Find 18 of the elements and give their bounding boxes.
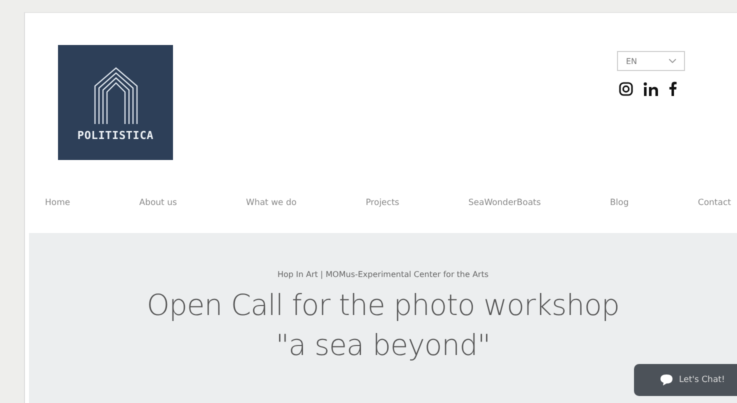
breadcrumb: Hop In Art | MOMus-Experimental Center for the Arts bbox=[277, 270, 489, 279]
nav-link[interactable]: SeaWonderBoats bbox=[468, 198, 541, 208]
language-select[interactable]: EN bbox=[617, 51, 685, 71]
page-title: Open Call for the photo workshop "a sea beyond" bbox=[146, 287, 620, 364]
nav-link[interactable]: What we do bbox=[246, 198, 297, 208]
nav-link[interactable]: Blog bbox=[610, 198, 629, 208]
facebook-icon[interactable] bbox=[669, 81, 677, 96]
instagram-icon[interactable] bbox=[619, 82, 633, 96]
linkedin-icon[interactable] bbox=[643, 82, 659, 96]
nav-link[interactable]: About us bbox=[139, 198, 177, 208]
nav-link[interactable]: Home bbox=[45, 198, 70, 208]
nav-link[interactable]: Contact bbox=[698, 198, 731, 208]
nav-link[interactable]: Projects bbox=[366, 198, 400, 208]
logo[interactable]: POLITISTICA bbox=[58, 45, 173, 160]
logo-text: POLITISTICA bbox=[77, 128, 154, 142]
chat-button[interactable]: Let's Chat! bbox=[634, 364, 737, 396]
speech-bubble-icon bbox=[660, 374, 673, 386]
chevron-icon bbox=[669, 59, 676, 63]
